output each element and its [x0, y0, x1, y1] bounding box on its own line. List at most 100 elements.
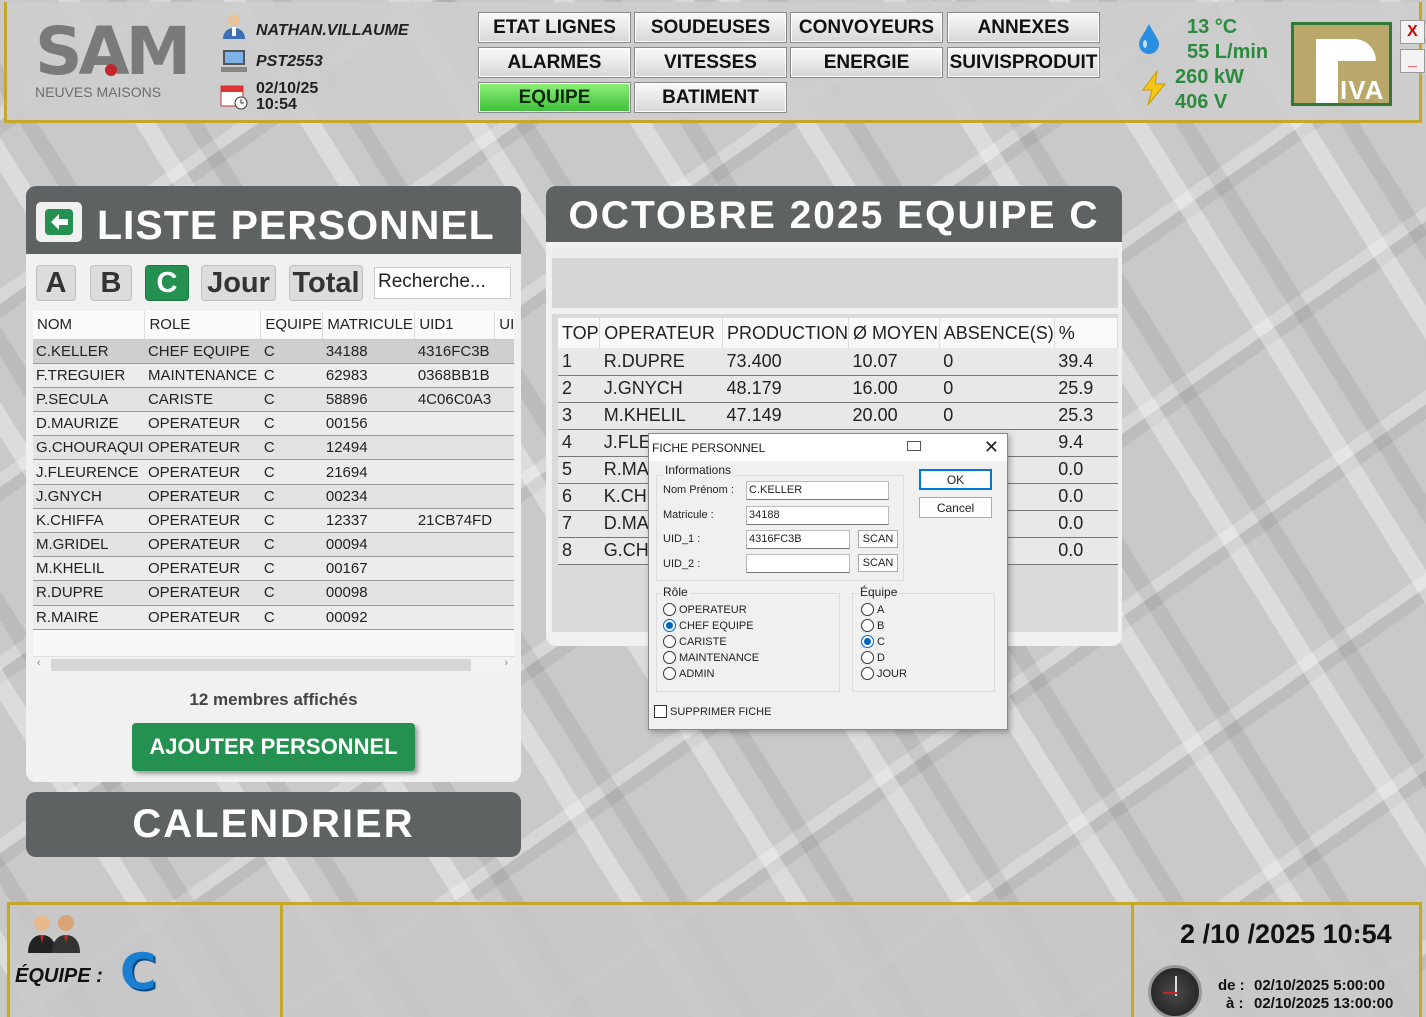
- table-cell: C: [260, 605, 323, 630]
- team-people-icon: [28, 915, 80, 953]
- table-row[interactable]: R.MAIRE OPERATEUR C 00092: [33, 605, 514, 630]
- nav-batiment[interactable]: BATIMENT: [634, 82, 787, 113]
- radio-icon[interactable]: [663, 603, 676, 616]
- table-row[interactable]: J.FLEURENCE OPERATEUR C 21694: [33, 459, 514, 485]
- nav-alarmes[interactable]: ALARMES: [478, 47, 631, 78]
- table-cell: C: [260, 459, 323, 485]
- filter-team-a[interactable]: A: [36, 265, 76, 301]
- team-radio-a[interactable]: A: [861, 603, 884, 616]
- table-row[interactable]: M.KHELIL OPERATEUR C 00167: [33, 556, 514, 582]
- cancel-button[interactable]: Cancel: [919, 497, 992, 518]
- filter-team-c[interactable]: C: [145, 265, 189, 301]
- table-row[interactable]: D.MAURIZE OPERATEUR C 00156: [33, 411, 514, 437]
- ranking-row[interactable]: 1 R.DUPRE 73.400 10.07 0 39.4: [558, 348, 1118, 376]
- back-button[interactable]: [36, 202, 82, 242]
- table-row[interactable]: M.GRIDEL OPERATEUR C 00094: [33, 532, 514, 558]
- user-icon: [223, 14, 245, 39]
- personnel-table: NOM ROLE EQUIPE MATRICULE UID1 UI C.KELL…: [33, 311, 514, 673]
- horizontal-scrollbar[interactable]: ‹ ›: [33, 656, 514, 673]
- nav-suivisproduit[interactable]: SUIVISPRODUIT: [947, 47, 1100, 78]
- dialog-close-icon[interactable]: ✕: [984, 437, 999, 458]
- team-radio-c[interactable]: C: [861, 635, 885, 648]
- role-radio-cariste[interactable]: CARISTE: [663, 635, 727, 648]
- role-group-label: Rôle: [661, 585, 690, 599]
- col-role[interactable]: ROLE: [144, 311, 262, 340]
- radio-icon[interactable]: [861, 619, 874, 632]
- filter-team-b[interactable]: B: [90, 265, 132, 301]
- role-option-label: MAINTENANCE: [679, 651, 760, 664]
- scan-uid1-button[interactable]: SCAN: [858, 530, 898, 548]
- scroll-right-icon[interactable]: ›: [504, 657, 508, 669]
- table-cell: J.FLEURENCE: [33, 459, 145, 485]
- col-percent[interactable]: %: [1054, 318, 1119, 348]
- table-row[interactable]: F.TREGUIER MAINTENANCE C 62983 0368BB1B: [33, 363, 514, 388]
- team-radio-jour[interactable]: JOUR: [861, 667, 907, 680]
- filter-jour[interactable]: Jour: [201, 265, 276, 301]
- add-personnel-button[interactable]: AJOUTER PERSONNEL: [132, 723, 415, 771]
- scroll-left-icon[interactable]: ‹: [37, 657, 41, 669]
- table-row[interactable]: K.CHIFFA OPERATEUR C 12337 21CB74FD: [33, 508, 514, 534]
- table-cell: 58896: [322, 387, 415, 413]
- radio-icon[interactable]: [861, 667, 874, 680]
- uid2-field[interactable]: [746, 554, 850, 573]
- role-radio-maintenance[interactable]: MAINTENANCE: [663, 651, 759, 664]
- nom-field[interactable]: C.KELLER: [746, 481, 889, 500]
- search-input[interactable]: Recherche...: [374, 267, 511, 299]
- uid1-field[interactable]: 4316FC3B: [746, 530, 850, 549]
- water-drop-icon: [1139, 24, 1159, 54]
- matricule-label: Matricule :: [663, 509, 714, 521]
- col-diametre[interactable]: Ø MOYEN: [848, 318, 940, 348]
- table-cell: 00167: [322, 556, 415, 582]
- col-nom[interactable]: NOM: [33, 311, 146, 340]
- nav-energie[interactable]: ENERGIE: [790, 47, 943, 78]
- radio-icon[interactable]: [861, 635, 874, 648]
- nav-annexes[interactable]: ANNEXES: [947, 12, 1100, 43]
- radio-icon[interactable]: [663, 619, 676, 632]
- table-row[interactable]: R.DUPRE OPERATEUR C 00098: [33, 580, 514, 606]
- filter-total[interactable]: Total: [289, 265, 363, 301]
- minimize-button[interactable]: _: [1400, 49, 1425, 73]
- ranking-row[interactable]: 2 J.GNYCH 48.179 16.00 0 25.9: [558, 375, 1118, 403]
- col-uid1[interactable]: UID1: [414, 311, 496, 340]
- col-operateur[interactable]: OPERATEUR: [599, 318, 724, 348]
- table-cell: [494, 532, 514, 558]
- col-top[interactable]: TOP: [558, 318, 601, 348]
- col-equipe[interactable]: EQUIPE: [260, 311, 324, 340]
- col-absences[interactable]: ABSENCE(S): [939, 318, 1055, 348]
- calendar-button[interactable]: CALENDRIER: [26, 792, 521, 857]
- nav-etat-lignes[interactable]: ETAT LIGNES: [478, 12, 631, 43]
- role-radio-admin[interactable]: ADMIN: [663, 667, 714, 680]
- matricule-field[interactable]: 34188: [746, 506, 889, 525]
- nav-vitesses[interactable]: VITESSES: [634, 47, 787, 78]
- col-production[interactable]: PRODUCTION: [722, 318, 850, 348]
- role-radio-chef-equipe[interactable]: CHEF EQUIPE: [663, 619, 754, 632]
- radio-icon[interactable]: [861, 603, 874, 616]
- team-radio-b[interactable]: B: [861, 619, 884, 632]
- nav-equipe[interactable]: EQUIPE: [478, 82, 631, 113]
- table-row[interactable]: G.CHOURAQUI OPERATEUR C 12494: [33, 435, 514, 461]
- role-option-label: OPERATEUR: [679, 603, 747, 616]
- radio-icon[interactable]: [861, 651, 874, 664]
- table-row[interactable]: J.GNYCH OPERATEUR C 00234: [33, 484, 514, 509]
- window-mode-icon[interactable]: [907, 441, 921, 451]
- nav-convoyeurs[interactable]: CONVOYEURS: [790, 12, 943, 43]
- team-radio-d[interactable]: D: [861, 651, 885, 664]
- ranking-row[interactable]: 3 M.KHELIL 47.149 20.00 0 25.3: [558, 402, 1118, 430]
- checkbox-box[interactable]: [654, 705, 667, 718]
- ranking-cell: 10.07: [848, 348, 940, 376]
- table-row[interactable]: P.SECULA CARISTE C 58896 4C06C0A3: [33, 387, 514, 413]
- scan-uid2-button[interactable]: SCAN: [858, 554, 898, 572]
- radio-icon[interactable]: [663, 667, 676, 680]
- role-radio-operateur[interactable]: OPERATEUR: [663, 603, 747, 616]
- radio-icon[interactable]: [663, 635, 676, 648]
- scrollbar-thumb[interactable]: [51, 659, 471, 671]
- col-matricule[interactable]: MATRICULE: [322, 311, 416, 340]
- table-cell: P.SECULA: [33, 387, 145, 413]
- radio-icon[interactable]: [663, 651, 676, 664]
- delete-fiche-checkbox[interactable]: SUPPRIMER FICHE: [654, 705, 771, 718]
- table-row[interactable]: C.KELLER CHEF EQUIPE C 34188 4316FC3B: [33, 339, 514, 364]
- ok-button[interactable]: OK: [919, 469, 992, 490]
- nav-soudeuses[interactable]: SOUDEUSES: [634, 12, 787, 43]
- close-button[interactable]: X: [1400, 20, 1425, 44]
- col-uid2[interactable]: UI: [494, 311, 514, 340]
